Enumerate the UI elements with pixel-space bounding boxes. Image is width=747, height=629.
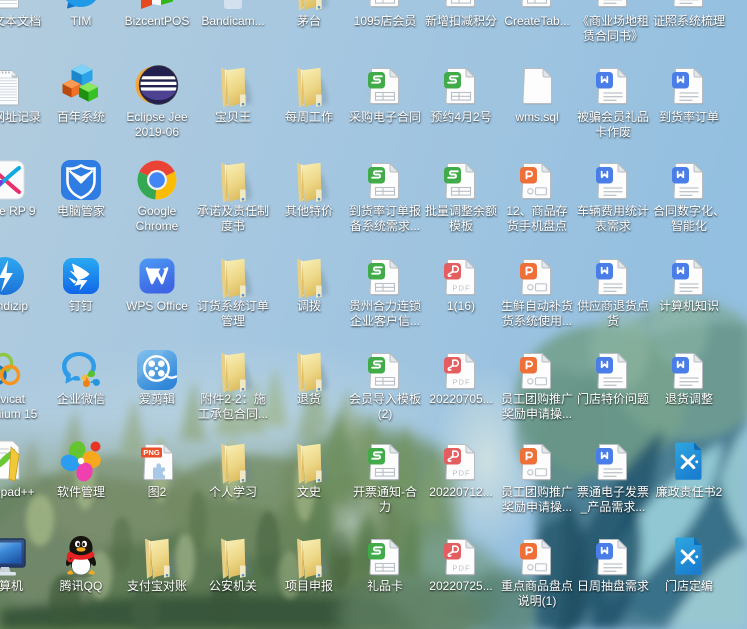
svg-text:PNG: PNG — [143, 448, 160, 457]
svg-text:PDF: PDF — [452, 378, 470, 387]
svg-text:PDF: PDF — [452, 284, 470, 293]
svg-text:PDF: PDF — [452, 469, 470, 478]
svg-text:PDF: PDF — [452, 564, 470, 573]
